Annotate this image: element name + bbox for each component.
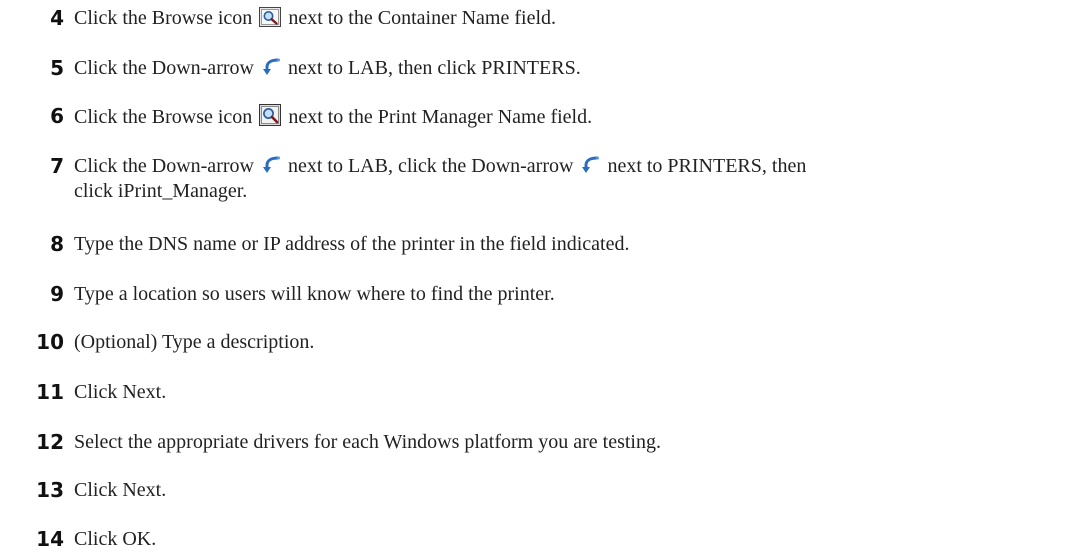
step-text-after: next to the Container Name field. [288,7,557,29]
step-text-part4: click iPrint_Manager. [74,180,248,202]
step-text-part3: next to PRINTERS, then [607,155,807,177]
step-number: 11 [36,380,64,404]
step-text-after: next to the Print Manager Name field. [288,106,593,128]
step-text: Click the Down-arrow next to LAB, click … [74,154,1074,204]
browse-icon [259,7,282,27]
step-text-part2: next to LAB, click the Down-arrow [287,155,574,177]
down-arrow-icon [261,155,281,175]
step-text: (Optional) Type a description. [74,331,315,353]
step-text: Click OK. [74,528,157,550]
step-number: 5 [50,56,64,80]
step-number: 14 [36,527,64,551]
down-arrow-icon [580,155,600,175]
step-text: Click Next. [74,479,167,501]
step-text: Click Next. [74,381,167,403]
step-number: 13 [36,478,64,502]
step-text-before: Click the Browse icon [74,106,253,128]
step-number: 7 [50,154,64,178]
step-text: Click the Down-arrow next to LAB, then c… [74,56,1074,81]
down-arrow-icon [261,57,281,77]
step-text-before: Click the Down-arrow [74,57,254,79]
step-number: 10 [36,330,64,354]
step-text: Click the Browse icon next to the Print … [74,104,1074,130]
browse-icon [259,104,282,126]
step-text: Click the Browse icon next to the Contai… [74,6,1074,31]
step-text: Select the appropriate drivers for each … [74,431,661,453]
step-number: 12 [36,430,64,454]
step-number: 6 [50,104,64,128]
step-text-after: next to LAB, then click PRINTERS. [287,57,581,79]
step-text: Type a location so users will know where… [74,283,555,305]
step-text-before: Click the Browse icon [74,7,253,29]
step-number: 8 [50,232,64,256]
step-number: 9 [50,282,64,306]
step-number: 4 [50,6,64,30]
step-text-part1: Click the Down-arrow [74,155,254,177]
step-text: Type the DNS name or IP address of the p… [74,233,630,255]
